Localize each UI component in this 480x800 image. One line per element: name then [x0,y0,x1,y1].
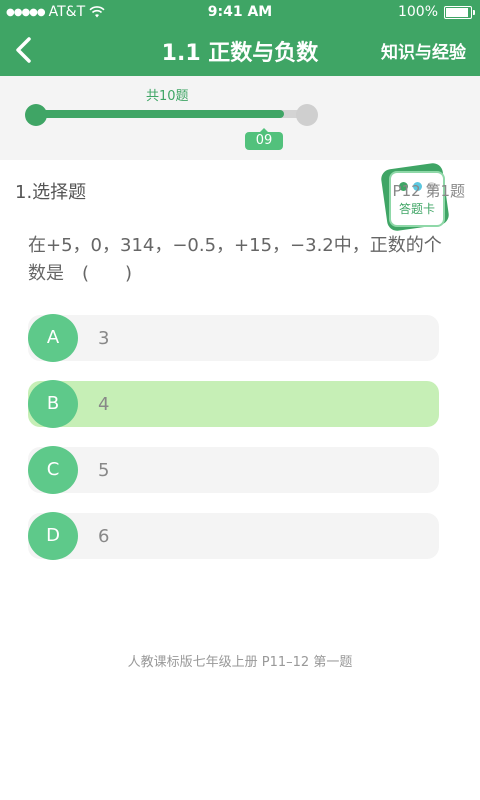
option-d[interactable]: D 6 [28,512,439,560]
progress-end-knob[interactable] [296,104,318,126]
option-value: 3 [98,328,110,349]
question-text: 在+5，0，314，−0.5，+15，−3.2中，正数的个数是 ( ) [28,235,442,284]
current-question-badge: 09 [245,128,283,150]
option-letter-circle: B [28,380,78,428]
progress-start-knob [25,104,47,126]
option-a[interactable]: A 3 [28,314,439,362]
option-letter-circle: D [28,512,78,560]
knowledge-experience-link[interactable]: 知识与经验 [381,38,466,63]
progress-fill [28,110,284,118]
source-note: 人教课标版七年级上册 P11–12 第一题 [127,655,353,670]
question-type-label: 1.选择题 [15,182,87,203]
option-letter-circle: C [28,446,78,494]
status-bar: ●●●●● AT&T 9:41 AM 100% [0,0,480,24]
question-reference: P12 第1题 [392,182,465,200]
option-letter-circle: A [28,314,78,362]
option-c[interactable]: C 5 [28,446,439,494]
option-value: 5 [98,460,110,481]
battery-percent: 100% [397,4,438,20]
battery-icon [444,5,475,19]
option-value: 4 [98,394,110,415]
progress-total-label: 共10题 [146,89,189,104]
nav-bar: 1.1 正数与负数 知识与经验 [0,24,480,76]
option-b[interactable]: B 4 [28,380,439,428]
status-right: 100% [397,4,475,20]
progress-track[interactable] [28,110,312,118]
question-header: 1.选择题 P12 第1题 [0,172,480,208]
option-value: 6 [98,526,110,547]
progress-area: 共10题 09 答题卡 [0,76,480,233]
